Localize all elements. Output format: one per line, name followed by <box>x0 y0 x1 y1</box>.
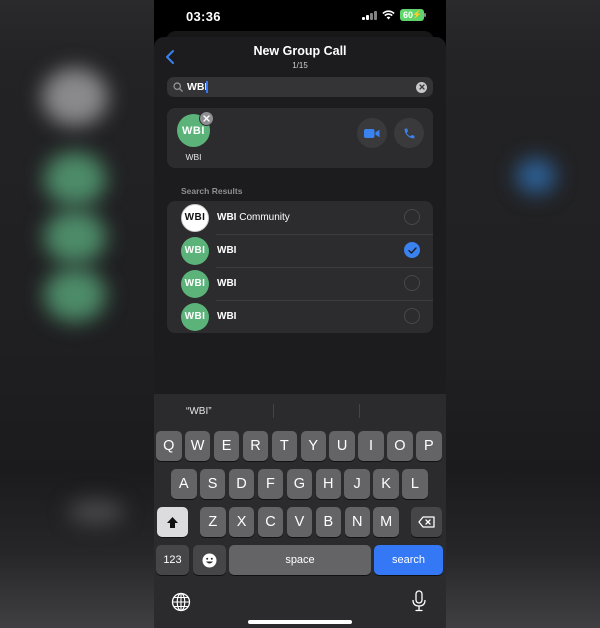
list-item[interactable]: WBI WBI Community <box>167 201 433 234</box>
avatar: WBI <box>181 203 209 232</box>
key-p[interactable]: P <box>416 431 442 461</box>
list-item[interactable]: WBI WBI <box>167 267 433 300</box>
screen: 03:36 60 ⚡ New Group Call 1/15 WBI WBI W… <box>0 0 600 628</box>
cellular-signal-icon <box>362 10 377 20</box>
key-v[interactable]: V <box>286 507 313 537</box>
list-item[interactable]: WBI WBI <box>167 300 433 333</box>
avatar: WBI <box>181 302 209 331</box>
key-s[interactable]: S <box>199 469 226 499</box>
voice-call-button[interactable] <box>394 118 424 148</box>
text-cursor <box>206 81 208 93</box>
blurred-avatar <box>44 210 106 264</box>
delete-icon <box>418 516 435 528</box>
video-camera-icon <box>364 128 380 138</box>
key-e[interactable]: E <box>213 431 240 461</box>
video-call-button[interactable] <box>357 118 387 148</box>
phone-screen: 03:36 60 ⚡ New Group Call 1/15 WBI WBI W… <box>154 0 446 628</box>
space-key[interactable]: space <box>229 545 371 575</box>
key-l[interactable]: L <box>402 469 428 499</box>
key-c[interactable]: C <box>257 507 284 537</box>
search-bar <box>167 77 433 97</box>
key-r[interactable]: R <box>242 431 269 461</box>
key-o[interactable]: O <box>387 431 413 461</box>
key-x[interactable]: X <box>228 507 255 537</box>
shift-arrow-icon <box>167 516 178 528</box>
key-d[interactable]: D <box>228 469 255 499</box>
avatar: WBI <box>181 269 209 298</box>
blurred-background-right <box>446 0 600 628</box>
avatar: WBI <box>181 236 209 265</box>
key-h[interactable]: H <box>315 469 341 499</box>
blurred-avatar <box>42 68 108 126</box>
nav-bar: New Group Call 1/15 <box>154 37 446 73</box>
keyboard: “WBI” QWERTYUIOP ASDFGHJKL ZXCVBNM 123 spa… <box>154 394 446 628</box>
microphone-icon <box>412 590 426 612</box>
contact-name: WBI <box>217 278 237 289</box>
key-b[interactable]: B <box>315 507 342 537</box>
close-icon <box>203 115 210 122</box>
selection-count: 1/15 <box>292 61 308 70</box>
selected-participants: WBI WBI <box>167 108 433 168</box>
key-u[interactable]: U <box>329 431 355 461</box>
status-bar: 03:36 60 ⚡ <box>154 0 446 32</box>
key-g[interactable]: G <box>286 469 313 499</box>
key-t[interactable]: T <box>271 431 298 461</box>
charging-icon: ⚡ <box>412 10 422 19</box>
search-results-heading: Search Results <box>181 186 243 196</box>
search-key[interactable]: search <box>374 545 443 575</box>
blurred-avatar <box>44 268 106 322</box>
key-w[interactable]: W <box>184 431 211 461</box>
search-input[interactable] <box>187 81 207 93</box>
emoji-icon <box>202 553 217 567</box>
close-icon <box>418 84 425 90</box>
dictation-key[interactable] <box>411 590 427 617</box>
select-checkbox[interactable] <box>404 242 420 258</box>
key-j[interactable]: J <box>344 469 370 499</box>
checkmark-icon <box>407 246 417 254</box>
select-checkbox[interactable] <box>404 209 420 225</box>
key-q[interactable]: Q <box>156 431 182 461</box>
globe-icon <box>171 592 191 612</box>
selected-participant: WBI WBI <box>177 111 214 162</box>
blurred-shape <box>68 500 124 524</box>
battery-icon: 60 ⚡ <box>400 9 426 21</box>
select-checkbox[interactable] <box>404 275 420 291</box>
key-i[interactable]: I <box>358 431 384 461</box>
key-n[interactable]: N <box>344 507 370 537</box>
contact-name: WBI Community <box>217 212 290 223</box>
key-y[interactable]: Y <box>300 431 326 461</box>
select-checkbox[interactable] <box>404 308 420 324</box>
emoji-key[interactable] <box>193 545 226 575</box>
page-title: New Group Call <box>253 44 347 58</box>
numbers-key[interactable]: 123 <box>156 545 189 575</box>
key-z[interactable]: Z <box>200 507 226 537</box>
key-k[interactable]: K <box>373 469 399 499</box>
key-f[interactable]: F <box>257 469 284 499</box>
list-item[interactable]: WBI WBI <box>167 234 433 267</box>
clear-search-button[interactable] <box>416 81 427 93</box>
contact-name: WBI <box>217 311 237 322</box>
participant-name: WBI <box>185 152 202 162</box>
wifi-icon <box>382 10 395 20</box>
contact-name: WBI <box>217 245 237 256</box>
home-indicator <box>248 620 352 624</box>
globe-key[interactable] <box>171 592 191 617</box>
suggestion-bar: “WBI” <box>154 394 446 428</box>
backspace-key[interactable] <box>411 507 442 537</box>
key-a[interactable]: A <box>171 469 197 499</box>
blurred-button <box>516 158 556 194</box>
phone-icon <box>404 128 414 138</box>
suggestion-item[interactable]: “WBI” <box>154 394 273 428</box>
shift-key[interactable] <box>157 507 188 537</box>
blurred-avatar <box>44 152 106 206</box>
search-icon <box>173 82 183 92</box>
status-time: 03:36 <box>186 9 221 24</box>
search-results-list: WBI WBI Community WBI WBI WBI WBI WBI WB… <box>167 201 433 333</box>
blurred-background-left <box>0 0 154 628</box>
suggestion-item[interactable] <box>272 394 360 428</box>
suggestion-item[interactable] <box>359 394 446 428</box>
remove-participant-button[interactable] <box>199 111 214 126</box>
key-m[interactable]: M <box>373 507 399 537</box>
